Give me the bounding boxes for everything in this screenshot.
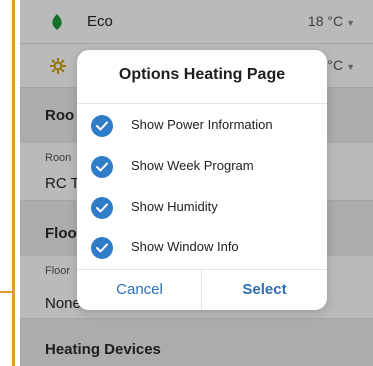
options-dialog: Options Heating Page Show Power Informat… bbox=[77, 50, 327, 310]
option-label: Show Power Information bbox=[131, 117, 273, 132]
option-show-window-info[interactable]: Show Window Info bbox=[77, 228, 327, 268]
select-button[interactable]: Select bbox=[202, 270, 327, 310]
checkbox-checked-icon[interactable] bbox=[91, 115, 113, 137]
option-label: Show Humidity bbox=[131, 199, 218, 214]
connector-branch bbox=[0, 291, 14, 293]
option-show-week-program[interactable]: Show Week Program bbox=[77, 147, 327, 187]
option-label: Show Week Program bbox=[131, 158, 254, 173]
divider bbox=[77, 103, 327, 104]
connector-line bbox=[12, 0, 15, 366]
option-label: Show Window Info bbox=[131, 239, 239, 254]
option-show-humidity[interactable]: Show Humidity bbox=[77, 188, 327, 228]
checkbox-checked-icon[interactable] bbox=[91, 237, 113, 259]
checkbox-checked-icon[interactable] bbox=[91, 197, 113, 219]
checkbox-checked-icon[interactable] bbox=[91, 156, 113, 178]
option-show-power-information[interactable]: Show Power Information bbox=[77, 106, 327, 146]
dialog-title: Options Heating Page bbox=[118, 66, 286, 83]
cancel-button[interactable]: Cancel bbox=[77, 270, 202, 310]
